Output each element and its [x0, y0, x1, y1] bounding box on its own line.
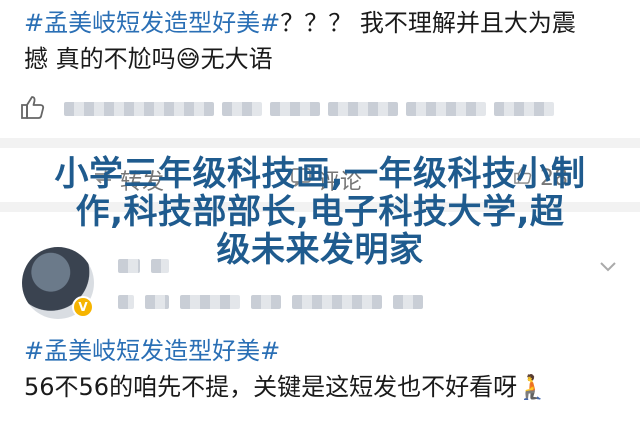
post-text-2b: 56不56的咱先不提，关键是这短发也不好看呀🧎: [24, 370, 624, 404]
overlay-line-3: 级未来发明家: [216, 230, 424, 270]
overlay-line-2: 作,科技部部长,电子科技大学,超: [75, 192, 565, 232]
post-body-line2a: 撼 真的不尬吗: [24, 45, 176, 73]
blurred-liker-names: [406, 102, 486, 116]
post-body-line1: ？？？ 我不理解并且大为震: [280, 9, 576, 37]
thumbs-up-icon[interactable]: [18, 92, 48, 126]
overlay-line-1: 小学三年级科技画,一年级科技小制: [54, 154, 586, 194]
emoji: 🧎: [517, 373, 547, 401]
emoji: 😅: [175, 45, 201, 73]
like-row: [18, 92, 554, 126]
post-body: 56不56的咱先不提，关键是这短发也不好看呀: [24, 373, 518, 401]
blurred-liker-names: [270, 102, 320, 116]
verified-badge-icon: V: [72, 296, 94, 318]
post-text-1b: 撼 真的不尬吗😅无大语: [24, 42, 624, 76]
blurred-post-meta: [118, 294, 424, 313]
blurred-liker-names: [494, 102, 554, 116]
blurred-liker-names: [328, 102, 398, 116]
hashtag-link[interactable]: #孟美岐短发造型好美#: [24, 9, 280, 37]
post-body-line2b: 无大语: [200, 45, 273, 73]
post-text-2: #孟美岐短发造型好美#: [24, 334, 624, 368]
overlay-caption: 小学三年级科技画,一年级科技小制 作,科技部部长,电子科技大学,超 级未来发明家: [0, 155, 640, 269]
section-divider: [0, 138, 640, 148]
hashtag-link[interactable]: #孟美岐短发造型好美#: [24, 337, 280, 365]
blurred-liker-names: [222, 102, 262, 116]
post-text-1: #孟美岐短发造型好美#？？？ 我不理解并且大为震: [24, 6, 624, 40]
blurred-liker-names: [64, 102, 214, 116]
blurred-username[interactable]: [118, 258, 170, 277]
chevron-down-icon[interactable]: [598, 256, 618, 276]
